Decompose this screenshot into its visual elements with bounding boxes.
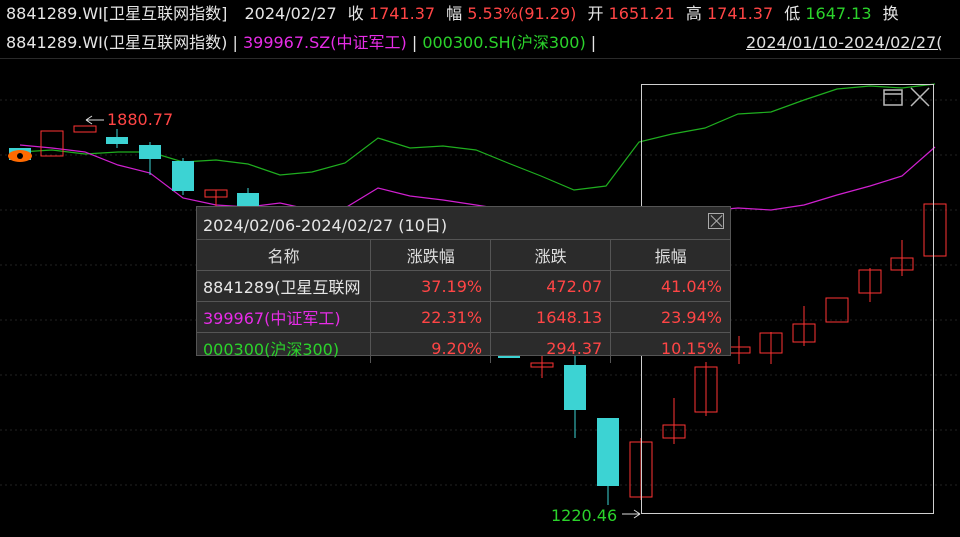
candle-down xyxy=(139,145,161,159)
high-price-label: 1880.77 xyxy=(107,110,174,129)
legend-separator: | xyxy=(411,33,418,52)
change-value: 5.53%(91.29) xyxy=(467,4,577,23)
row-change: 472.07 xyxy=(490,270,612,302)
row-amplitude: 10.15% xyxy=(610,332,730,363)
turnover-label: 换 xyxy=(882,4,899,23)
candle-down xyxy=(106,137,128,144)
row-amplitude: 23.94% xyxy=(610,301,730,333)
col-header-name: 名称 xyxy=(197,239,372,271)
low-arrow xyxy=(622,509,641,519)
row-pct: 22.31% xyxy=(370,301,492,333)
window-icon[interactable] xyxy=(883,87,903,110)
row-name: 000300(沪深300) xyxy=(197,332,372,363)
row-amplitude: 41.04% xyxy=(610,270,730,302)
candle-up xyxy=(40,130,64,157)
table-row[interactable]: 000300(沪深300) 9.20% 294.37 10.15% xyxy=(197,332,730,363)
legend-csi300-series[interactable]: 000300.SH(沪深300) xyxy=(422,33,585,52)
candle-up xyxy=(73,125,97,133)
series-legend: 8841289.WI(卫星互联网指数) | 399967.SZ(中证军工) | … xyxy=(6,32,596,54)
candle-down xyxy=(172,161,194,191)
candle-down xyxy=(564,365,586,410)
candle-down xyxy=(597,418,619,486)
eye-icon xyxy=(8,150,32,162)
table-row[interactable]: 399967(中证军工) 22.31% 1648.13 23.94% xyxy=(197,301,730,333)
row-name: 8841289(卫星互联网 xyxy=(197,270,372,302)
col-header-pct: 涨跌幅 xyxy=(370,239,492,271)
col-header-change: 涨跌 xyxy=(490,239,612,271)
row-name: 399967(中证军工) xyxy=(197,301,372,333)
interval-stats-popup: 2024/02/06-2024/02/27 (10日) 名称 涨跌幅 涨跌 振幅… xyxy=(196,206,731,363)
row-pct: 37.19% xyxy=(370,270,492,302)
low-label: 低 xyxy=(784,4,801,23)
table-row[interactable]: 8841289(卫星互联网 37.19% 472.07 41.04% xyxy=(197,270,730,302)
legend-main-series[interactable]: 8841289.WI(卫星互联网指数) | xyxy=(6,33,238,52)
open-label: 开 xyxy=(587,4,604,23)
quote-bar: 8841289.WI[卫星互联网指数] 2024/02/27 收 1741.37… xyxy=(6,3,905,25)
col-header-amplitude: 振幅 xyxy=(610,239,730,271)
legend-military-series[interactable]: 399967.SZ(中证军工) xyxy=(243,33,407,52)
quote-date: 2024/02/27 xyxy=(244,4,337,23)
low-value: 1647.13 xyxy=(805,4,872,23)
row-change: 1648.13 xyxy=(490,301,612,333)
low-price-label: 1220.46 xyxy=(551,506,618,525)
close-icon[interactable] xyxy=(909,87,931,110)
stats-table: 名称 涨跌幅 涨跌 振幅 8841289(卫星互联网 37.19% 472.07… xyxy=(197,239,730,363)
row-change: 294.37 xyxy=(490,332,612,363)
candle-down xyxy=(237,193,259,206)
legend-separator: | xyxy=(590,33,597,52)
close-label: 收 xyxy=(347,4,364,23)
open-value: 1651.21 xyxy=(608,4,675,23)
table-header-row: 名称 涨跌幅 涨跌 振幅 xyxy=(197,239,730,271)
high-value: 1741.37 xyxy=(706,4,774,23)
change-label: 幅 xyxy=(446,4,463,23)
high-arrow xyxy=(85,115,104,125)
popup-close-icon[interactable] xyxy=(708,213,724,229)
symbol-title: 8841289.WI[卫星互联网指数] xyxy=(6,4,228,23)
row-pct: 9.20% xyxy=(370,332,492,363)
popup-title: 2024/02/06-2024/02/27 (10日) xyxy=(203,216,448,235)
close-value: 1741.37 xyxy=(368,4,436,23)
date-range-label[interactable]: 2024/01/10-2024/02/27( xyxy=(746,32,942,54)
high-label: 高 xyxy=(685,4,702,23)
